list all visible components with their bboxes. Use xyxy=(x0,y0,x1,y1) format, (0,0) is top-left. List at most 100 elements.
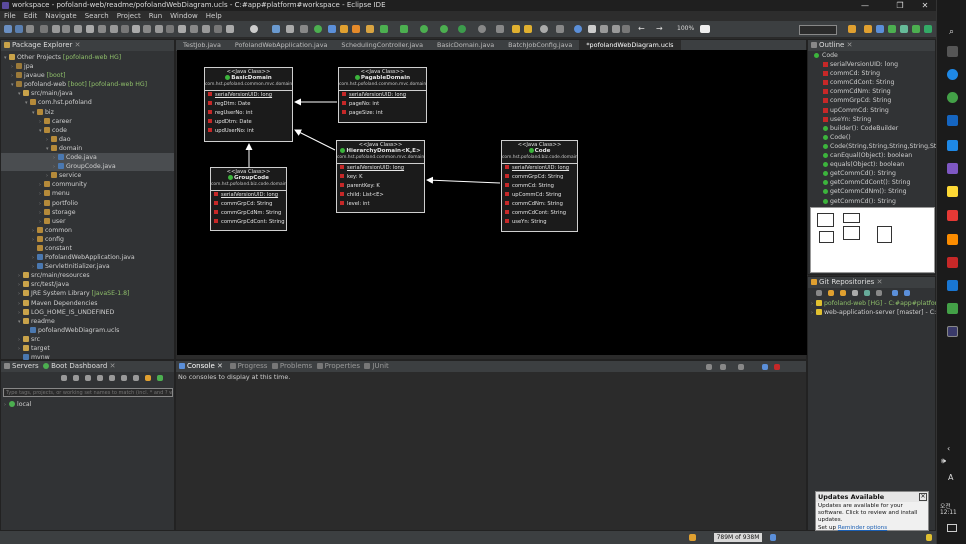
outline-item[interactable]: getCommCd(): String xyxy=(808,197,935,206)
toolbar-icon[interactable] xyxy=(98,25,106,33)
class-field[interactable]: regDtm: Date xyxy=(205,100,292,109)
updates-notification[interactable]: Updates Available ✕ Updates are availabl… xyxy=(815,491,929,531)
volume-icon[interactable]: 🕪 xyxy=(941,456,946,466)
toolbar-icon[interactable] xyxy=(816,290,822,296)
tree-item[interactable]: › src xyxy=(1,335,174,344)
class-field[interactable]: updDtm: Date xyxy=(205,118,292,127)
toolbar-icon[interactable] xyxy=(121,375,127,381)
class-field[interactable]: useYn: String xyxy=(502,218,577,227)
gc-icon[interactable] xyxy=(770,534,776,541)
toolbar-icon[interactable] xyxy=(300,25,308,33)
toolbar-icon[interactable] xyxy=(328,25,336,33)
quick-access-input[interactable] xyxy=(799,25,837,35)
coverage-icon[interactable] xyxy=(440,25,448,33)
tree-item[interactable]: › career xyxy=(1,117,174,126)
uml-class-hierarchydomain[interactable]: <<Java Class>> HierarchyDomain<K,E> com.hs… xyxy=(336,140,425,213)
terminate-icon[interactable] xyxy=(774,364,780,370)
menu-run[interactable]: Run xyxy=(145,11,166,21)
maximize-button[interactable]: ❐ xyxy=(889,0,911,11)
perspective-icon[interactable] xyxy=(864,25,872,33)
toolbar-icon[interactable] xyxy=(762,364,768,370)
boot-filter-input[interactable] xyxy=(3,388,173,397)
toolbar-icon[interactable] xyxy=(166,25,174,33)
toolbar-icon[interactable] xyxy=(157,375,163,381)
toolbar-icon[interactable] xyxy=(110,25,118,33)
toolbar-icon[interactable] xyxy=(478,25,486,33)
outline-item[interactable]: builder(): CodeBuilder xyxy=(808,124,935,133)
outline-item[interactable]: upCommCd: String xyxy=(808,106,935,115)
diagram-overview-thumbnail[interactable] xyxy=(810,207,935,273)
git-repo-item[interactable]: › web-application-server [master] - C:# xyxy=(808,308,941,317)
toolbar-icon[interactable] xyxy=(178,25,186,33)
toolbar-icon[interactable] xyxy=(61,375,67,381)
toolbar-icon[interactable] xyxy=(97,375,103,381)
toolbar-icon[interactable] xyxy=(588,25,596,33)
save-all-icon[interactable] xyxy=(26,25,34,33)
outline-item[interactable]: equals(Object): boolean xyxy=(808,160,935,169)
toolbar-icon[interactable] xyxy=(132,25,140,33)
tree-item[interactable]: › target xyxy=(1,344,174,353)
search-icon[interactable] xyxy=(540,25,548,33)
toolbar-icon[interactable] xyxy=(706,364,712,370)
tree-item[interactable]: › javaue [boot] xyxy=(1,71,174,80)
outline-item[interactable]: Code(String,String,String,String,String) xyxy=(808,142,951,151)
new-icon[interactable] xyxy=(4,25,12,33)
tab-progress[interactable]: Progress xyxy=(238,362,268,370)
toolbar-icon[interactable] xyxy=(52,25,60,33)
toolbar-icon[interactable] xyxy=(574,25,582,33)
toolbar-icon[interactable] xyxy=(556,25,564,33)
outline-root[interactable]: Code xyxy=(808,51,935,60)
tree-item[interactable]: › jpa xyxy=(1,62,174,71)
class-field[interactable]: serialVersionUID: long xyxy=(211,191,286,200)
toolbar-icon[interactable] xyxy=(340,25,348,33)
toolbar-icon[interactable] xyxy=(904,290,910,296)
tree-item[interactable]: › storage xyxy=(1,208,174,217)
tree-item[interactable]: ▾ src/main/java xyxy=(1,89,174,98)
menu-edit[interactable]: Edit xyxy=(20,11,42,21)
tab-servers[interactable]: Servers xyxy=(12,362,39,370)
class-field[interactable]: commCdCont: String xyxy=(502,209,577,218)
class-field[interactable]: key: K xyxy=(337,173,424,182)
toolbar-icon[interactable] xyxy=(864,290,870,296)
app-icon[interactable] xyxy=(947,234,958,245)
eclipse-taskbar-icon[interactable] xyxy=(947,326,958,337)
outline-item[interactable]: commCd: String xyxy=(808,69,935,78)
app-icon[interactable] xyxy=(947,303,958,314)
package-explorer-title[interactable]: Package Explorer xyxy=(12,41,72,49)
tree-item[interactable]: › common xyxy=(1,226,174,235)
toolbar-icon[interactable] xyxy=(145,375,151,381)
menu-window[interactable]: Window xyxy=(166,11,202,21)
class-field[interactable]: upCommCd: String xyxy=(502,191,577,200)
outline-item[interactable]: commGrpCd: String xyxy=(808,96,935,105)
edge-icon[interactable] xyxy=(947,69,958,80)
git-title[interactable]: Git Repositories xyxy=(819,278,874,286)
toolbar-icon[interactable] xyxy=(720,364,726,370)
toolbar-icon[interactable] xyxy=(86,25,94,33)
uml-class-basicdomain[interactable]: <<Java Class>> BasicDomain com.hst.pofolan… xyxy=(204,67,293,142)
toolbar-icon[interactable] xyxy=(155,25,163,33)
tree-item[interactable]: › src/test/java xyxy=(1,280,174,289)
class-field[interactable]: commGrpCdNm: String xyxy=(211,209,286,218)
class-field[interactable]: pageNo: int xyxy=(339,100,426,109)
toolbar-icon[interactable] xyxy=(73,375,79,381)
uml-class-code[interactable]: <<Java Class>> Code com.hst.pofoland.biz.c… xyxy=(501,140,578,232)
toolbar-icon[interactable] xyxy=(143,25,151,33)
taskview-icon[interactable] xyxy=(947,46,958,57)
tree-item[interactable]: ▾ com.hst.pofoland xyxy=(1,98,174,107)
outline-item[interactable]: commCdCont: String xyxy=(808,78,935,87)
tree-item[interactable]: › LOG_HOME_IS_UNDEFINED xyxy=(1,308,174,317)
tree-item[interactable]: ▾ Other Projects [pofoland-web HG] xyxy=(1,53,174,62)
debug-icon[interactable] xyxy=(400,25,408,33)
toolbar-icon[interactable] xyxy=(512,25,520,33)
tree-item[interactable]: › community xyxy=(1,180,174,189)
uml-class-groupcode[interactable]: <<Java Class>> GroupCode com.hst.pofoland.… xyxy=(210,167,287,231)
perspective-icon[interactable] xyxy=(876,25,884,33)
class-field[interactable]: parentKey: K xyxy=(337,182,424,191)
toolbar-icon[interactable] xyxy=(852,290,858,296)
toolbar-icon[interactable] xyxy=(876,290,882,296)
external-tools-icon[interactable] xyxy=(458,25,466,33)
back-arrow-icon[interactable]: ← xyxy=(638,24,645,33)
tree-item[interactable]: › JRE System Library [JavaSE-1.8] xyxy=(1,289,174,298)
toolbar-icon[interactable] xyxy=(202,25,210,33)
tree-item[interactable]: › dao xyxy=(1,135,174,144)
